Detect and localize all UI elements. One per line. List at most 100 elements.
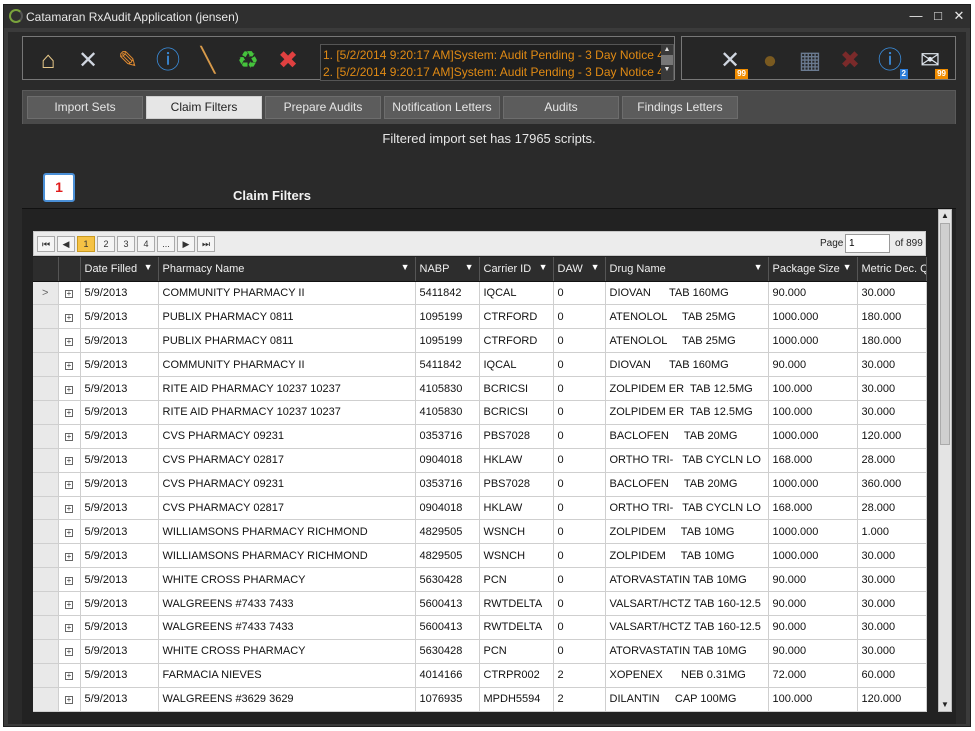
row-expander[interactable]: + (58, 281, 81, 306)
row-selector[interactable] (33, 663, 59, 688)
filter-icon[interactable]: ▼ (144, 262, 153, 272)
row-selector[interactable] (33, 424, 59, 449)
row-selector[interactable] (33, 567, 59, 593)
table-row[interactable]: +5/9/2013 WALGREENS #7433 7433 5600413 RWTD… (33, 591, 927, 616)
expand-icon[interactable]: + (65, 289, 73, 298)
row-expander[interactable]: + (58, 448, 81, 473)
row-selector[interactable] (33, 328, 59, 354)
tab-prepare-audits[interactable]: Prepare Audits (265, 96, 381, 119)
stop-icon[interactable]: ✖ (834, 46, 866, 76)
column-header-pharmacy-name[interactable]: Pharmacy Name ▼ (158, 257, 416, 282)
table-row[interactable]: +5/9/2013 WHITE CROSS PHARMACY 5630428 PCN 0… (33, 567, 927, 593)
expand-icon[interactable]: + (65, 600, 73, 609)
table-row[interactable]: +5/9/2013 WALGREENS #3629 3629 1076935 MPDH… (33, 687, 927, 712)
scroll-down-icon[interactable]: ▼ (939, 699, 951, 711)
table-row[interactable]: +5/9/2013 RITE AID PHARMACY 10237 10237 41… (33, 400, 927, 425)
scroll-down-icon[interactable]: ▼ (661, 65, 673, 75)
row-selector[interactable] (33, 591, 59, 616)
page-button[interactable]: 3 (117, 236, 135, 252)
row-selector[interactable] (33, 472, 59, 497)
filter-icon[interactable]: ▼ (401, 262, 410, 272)
expand-icon[interactable]: + (65, 433, 73, 442)
stop-icon[interactable]: ✖ (272, 46, 304, 76)
expand-icon[interactable]: + (65, 457, 73, 466)
filter-icon[interactable]: ▼ (591, 262, 600, 272)
row-expander[interactable]: + (58, 567, 81, 593)
scroll-thumb[interactable] (940, 223, 950, 445)
table-row[interactable]: +5/9/2013 PUBLIX PHARMACY 0811 1095199 CTRF… (33, 328, 927, 354)
row-selector[interactable] (33, 615, 59, 640)
minimize-button[interactable]: — (908, 8, 924, 24)
maximize-button[interactable]: □ (930, 8, 946, 24)
refresh-icon[interactable]: ♻ (232, 46, 264, 76)
row-expander[interactable]: + (58, 376, 81, 401)
expand-icon[interactable]: + (65, 552, 73, 561)
row-expander[interactable]: + (58, 519, 81, 545)
table-row[interactable]: +5/9/2013 WALGREENS #7433 7433 5600413 RWTD… (33, 615, 927, 640)
row-selector[interactable] (33, 496, 59, 521)
column-header-nabp[interactable]: NABP ▼ (415, 257, 480, 282)
pencil-icon[interactable]: ✎ (112, 46, 144, 76)
messages-scrollbar[interactable]: ▲ ▼ (661, 45, 673, 80)
expand-icon[interactable]: + (65, 504, 73, 513)
system-messages[interactable]: 1. [5/2/2014 9:20:17 AM]System: Audit Pe… (320, 44, 674, 81)
row-expander[interactable]: + (58, 543, 81, 569)
next-page-icon[interactable]: ▶ (177, 236, 195, 252)
expand-icon[interactable]: + (65, 313, 73, 322)
filter-icon[interactable]: ▼ (465, 262, 474, 272)
row-expander[interactable]: + (58, 639, 81, 664)
filter-icon[interactable]: ▼ (539, 262, 548, 272)
row-expander[interactable]: + (58, 496, 81, 521)
tools-icon[interactable]: ✕ (72, 46, 104, 76)
home-icon[interactable]: ⌂ (32, 46, 64, 76)
row-selector[interactable] (33, 448, 59, 473)
row-expander[interactable]: + (58, 615, 81, 640)
row-expander[interactable]: + (58, 687, 81, 712)
row-selector[interactable] (33, 687, 59, 712)
row-expander[interactable]: + (58, 352, 81, 378)
filter-icon[interactable]: ▼ (843, 262, 852, 272)
close-button[interactable]: ✕ (951, 8, 967, 24)
ruler-icon[interactable]: ╲ (192, 46, 224, 76)
expand-icon[interactable]: + (65, 409, 73, 418)
table-row[interactable]: +5/9/2013 WILLIAMSONS PHARMACY RICHMOND 48… (33, 519, 927, 545)
column-header-daw[interactable]: DAW ▼ (553, 257, 606, 282)
page-button[interactable]: 2 (97, 236, 115, 252)
tab-audits[interactable]: Audits (503, 96, 619, 119)
row-selector[interactable] (33, 376, 59, 401)
scroll-thumb[interactable] (661, 55, 673, 65)
row-selector[interactable] (33, 639, 59, 664)
row-expander[interactable]: + (58, 424, 81, 449)
table-row[interactable]: +5/9/2013 CVS PHARMACY 02817 0904018 HKLAW 0… (33, 496, 927, 521)
page-number-input[interactable] (845, 234, 890, 253)
alert-icon[interactable]: ● (754, 46, 786, 76)
expand-icon[interactable]: + (65, 337, 73, 346)
tab-findings-letters[interactable]: Findings Letters (622, 96, 738, 119)
column-header-metric-dec-qty[interactable]: Metric Dec. Q (857, 257, 927, 282)
table-row[interactable]: +5/9/2013 RITE AID PHARMACY 10237 10237 41… (33, 376, 927, 401)
expand-icon[interactable]: + (65, 624, 73, 633)
page-button[interactable]: ... (157, 236, 175, 252)
row-selector[interactable] (33, 400, 59, 425)
expand-icon[interactable]: + (65, 672, 73, 681)
table-row[interactable]: +5/9/2013 PUBLIX PHARMACY 0811 1095199 CTRF… (33, 304, 927, 330)
tools-icon[interactable]: ✕ 99 (714, 46, 748, 79)
column-header-package-size[interactable]: Package Size ▼ (768, 257, 858, 282)
info-icon[interactable]: ⓘ 2 (874, 46, 908, 79)
tab-notification-letters[interactable]: Notification Letters (384, 96, 500, 119)
row-expander[interactable]: + (58, 400, 81, 425)
prev-page-icon[interactable]: ◀ (57, 236, 75, 252)
tab-import-sets[interactable]: Import Sets (27, 96, 143, 119)
column-header-carrier-id[interactable]: Carrier ID ▼ (479, 257, 554, 282)
column-header-date-filled[interactable]: Date Filled ▼ (80, 257, 159, 282)
row-expander[interactable]: + (58, 663, 81, 688)
row-selector[interactable] (33, 519, 59, 545)
first-page-icon[interactable]: ⏮ (37, 236, 55, 252)
tab-claim-filters[interactable]: Claim Filters (146, 96, 262, 119)
expand-icon[interactable]: + (65, 361, 73, 370)
filter-icon[interactable]: ▼ (754, 262, 763, 272)
row-expander[interactable]: + (58, 328, 81, 354)
mail-icon[interactable]: ✉ 99 (914, 46, 948, 79)
info-icon[interactable]: ⓘ (152, 46, 184, 76)
page-button[interactable]: 4 (137, 236, 155, 252)
